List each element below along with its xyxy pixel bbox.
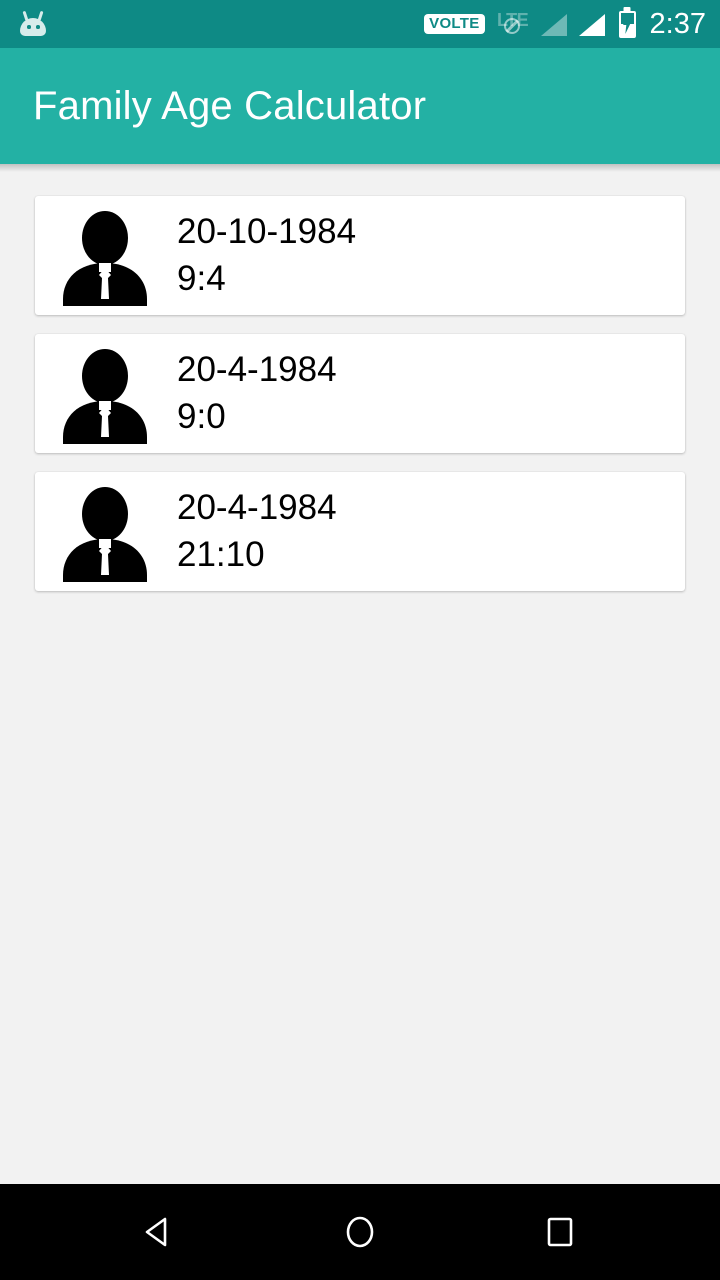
list-item-text: 20-4-1984 9:0 — [177, 351, 337, 436]
age-value: 21:10 — [177, 535, 265, 574]
status-bar-left — [18, 10, 48, 37]
person-avatar-icon — [55, 206, 155, 306]
volte-badge: VOLTE — [424, 14, 485, 34]
android-head-icon — [18, 10, 48, 37]
no-data-slash-icon — [503, 18, 520, 34]
status-bar-right: VOLTE LTE 2:37 — [424, 7, 706, 40]
family-member-list: 20-10-1984 9:4 20-4-1984 9:0 20-4-1984 2… — [0, 196, 720, 591]
signal-bars-dim-icon — [540, 12, 569, 36]
list-item[interactable]: 20-4-1984 9:0 — [35, 334, 685, 453]
birth-date: 20-4-1984 — [177, 350, 337, 389]
content-area: 20-10-1984 9:4 20-4-1984 9:0 20-4-1984 2… — [0, 164, 720, 1184]
person-avatar-icon — [55, 482, 155, 582]
home-circle-icon — [346, 1216, 374, 1248]
app-title: Family Age Calculator — [33, 84, 427, 128]
nav-back-button[interactable] — [112, 1184, 208, 1280]
age-value: 9:4 — [177, 259, 226, 298]
person-avatar-icon — [55, 344, 155, 444]
navigation-bar — [0, 1184, 720, 1280]
birth-date: 20-4-1984 — [177, 488, 337, 527]
phone-screen: VOLTE LTE 2:37 Family Age Calculator 20-… — [0, 0, 720, 1280]
status-bar: VOLTE LTE 2:37 — [0, 0, 720, 48]
signal-bars-icon — [578, 12, 607, 36]
list-item[interactable]: 20-4-1984 21:10 — [35, 472, 685, 591]
nav-home-button[interactable] — [312, 1184, 408, 1280]
back-triangle-icon — [145, 1217, 167, 1247]
app-bar: Family Age Calculator — [0, 48, 720, 172]
status-bar-clock: 2:37 — [649, 7, 706, 40]
nav-recents-button[interactable] — [512, 1184, 608, 1280]
recents-square-icon — [547, 1217, 573, 1247]
lte-indicator: LTE — [495, 10, 531, 38]
battery-charging-icon — [618, 10, 636, 38]
age-value: 9:0 — [177, 397, 226, 436]
birth-date: 20-10-1984 — [177, 212, 357, 251]
list-item-text: 20-4-1984 21:10 — [177, 489, 337, 574]
list-item[interactable]: 20-10-1984 9:4 — [35, 196, 685, 315]
charging-bolt-icon — [623, 14, 631, 34]
list-item-text: 20-10-1984 9:4 — [177, 213, 356, 298]
